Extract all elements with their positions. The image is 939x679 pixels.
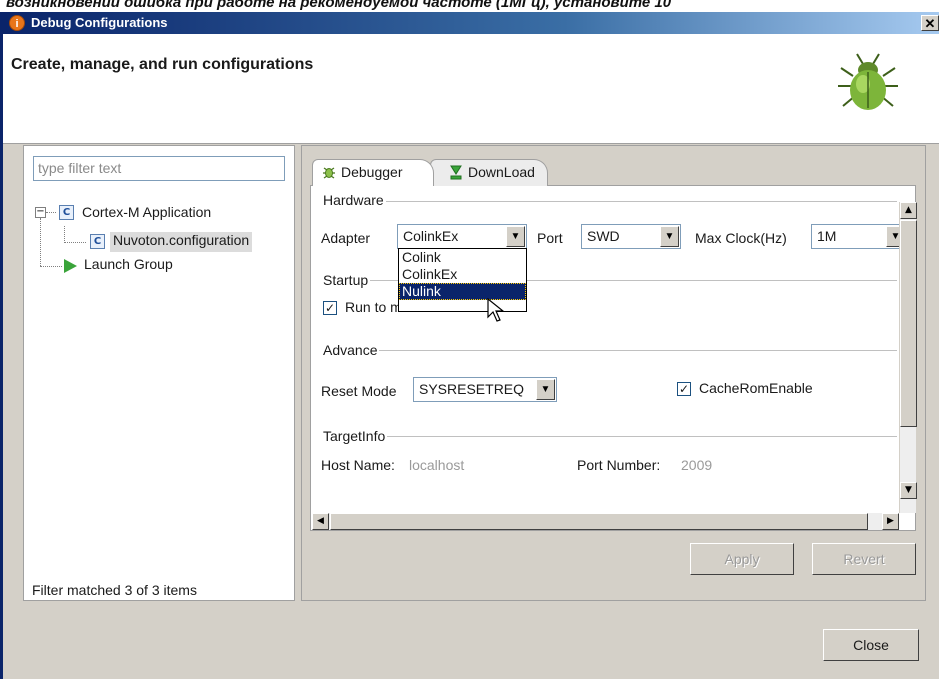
adapter-option-colinkex[interactable]: ColinkEx — [399, 266, 526, 283]
max-clock-select[interactable]: 1M ▼ — [811, 224, 907, 249]
tree-connector — [64, 226, 65, 243]
horizontal-scroll-thumb[interactable] — [330, 513, 868, 530]
chevron-down-icon[interactable]: ▼ — [660, 226, 679, 247]
window-title: Debug Configurations — [31, 15, 168, 30]
scroll-up-button[interactable]: ▲ — [900, 202, 917, 219]
scroll-right-button[interactable]: ▶ — [882, 513, 899, 530]
port-select[interactable]: SWD ▼ — [581, 224, 681, 249]
info-icon: i — [9, 15, 25, 31]
adapter-select[interactable]: ColinkEx ▼ — [397, 224, 527, 249]
tree-connector — [46, 212, 56, 213]
host-name-label: Host Name: — [321, 457, 395, 473]
tree-connector — [40, 266, 62, 267]
adapter-select-value: ColinkEx — [403, 228, 459, 244]
caption-text: возникновении ошибка при работе на реком… — [6, 0, 672, 11]
startup-group-title: Startup — [321, 272, 371, 288]
max-clock-label: Max Clock(Hz) — [695, 230, 787, 246]
debugger-icon — [321, 164, 337, 180]
bug-icon — [833, 48, 903, 118]
tree-connector — [64, 242, 86, 243]
revert-button[interactable]: Revert — [812, 543, 916, 575]
tree-item-cortex-m-application[interactable]: Cortex-M Application — [82, 204, 211, 226]
advance-group-title: Advance — [321, 342, 380, 358]
port-select-value: SWD — [587, 228, 620, 244]
tree-collapse-toggle[interactable]: − — [35, 207, 46, 218]
header-title: Create, manage, and run configurations — [11, 56, 314, 73]
title-bar: i Debug Configurations ✕ — [3, 12, 939, 34]
reset-mode-select-value: SYSRESETREQ — [419, 381, 525, 397]
caption-text-strip: возникновении ошибка при работе на реком… — [0, 0, 939, 12]
close-button[interactable]: Close — [823, 629, 919, 661]
c-config-icon: C — [59, 205, 74, 220]
dialog-header: Create, manage, and run configurations — [3, 34, 939, 144]
tab-download[interactable]: DownLoad — [430, 159, 548, 186]
filter-input[interactable]: type filter text — [33, 156, 285, 181]
configuration-detail-pane: Debugger DownLoad Hardware Adapter Colin… — [301, 145, 926, 601]
vertical-scrollbar[interactable]: ▲ ▼ — [899, 202, 917, 513]
run-to-main-checkbox[interactable]: ✓ — [323, 301, 337, 315]
tree-connector — [40, 218, 41, 266]
adapter-label: Adapter — [321, 230, 371, 246]
chevron-down-icon[interactable]: ▼ — [536, 379, 555, 400]
tab-debugger[interactable]: Debugger — [312, 159, 434, 186]
download-icon — [449, 164, 463, 180]
chevron-down-icon[interactable]: ▼ — [506, 226, 525, 247]
apply-button[interactable]: Apply — [690, 543, 794, 575]
scroll-left-button[interactable]: ◀ — [312, 513, 329, 530]
hardware-group-title: Hardware — [321, 192, 386, 208]
close-window-button[interactable]: ✕ — [921, 15, 939, 31]
vertical-scroll-thumb[interactable] — [900, 220, 917, 427]
group-divider — [321, 436, 897, 437]
mouse-pointer-icon — [487, 297, 507, 328]
port-number-value: 2009 — [681, 457, 713, 473]
target-info-group-title: TargetInfo — [321, 428, 388, 444]
configuration-tree-pane: type filter text − C Cortex-M Applicatio… — [23, 145, 295, 601]
reset-mode-label: Reset Mode — [321, 383, 397, 399]
tree-item-nuvoton-configuration[interactable]: Nuvoton.configuration — [110, 232, 253, 252]
group-divider — [321, 350, 897, 351]
cache-rom-enable-label: CacheRomEnable — [699, 380, 813, 396]
adapter-option-colink[interactable]: Colink — [399, 249, 526, 266]
max-clock-select-value: 1M — [817, 228, 837, 244]
group-divider — [321, 201, 897, 202]
c-config-icon: C — [90, 234, 105, 249]
adapter-dropdown-list: Colink ColinkEx Nulink — [398, 248, 527, 312]
port-label: Port — [537, 230, 563, 246]
debug-configurations-window: i Debug Configurations ✕ Create, manage,… — [0, 12, 939, 679]
cache-rom-enable-checkbox[interactable]: ✓ — [677, 382, 691, 396]
horizontal-scrollbar[interactable]: ◀ ▶ — [312, 513, 899, 530]
filter-status-text: Filter matched 3 of 3 items — [32, 582, 197, 598]
scroll-down-button[interactable]: ▼ — [900, 482, 917, 499]
debugger-tab-content: Hardware Adapter ColinkEx ▼ Port SWD ▼ M… — [310, 185, 917, 531]
reset-mode-select[interactable]: SYSRESETREQ ▼ — [413, 377, 557, 402]
tab-download-label: DownLoad — [468, 164, 535, 180]
port-number-label: Port Number: — [577, 457, 661, 473]
tree-item-launch-group[interactable]: Launch Group — [84, 256, 173, 278]
host-name-value: localhost — [409, 457, 465, 473]
tab-debugger-label: Debugger — [341, 164, 403, 180]
launch-group-icon — [64, 259, 77, 273]
